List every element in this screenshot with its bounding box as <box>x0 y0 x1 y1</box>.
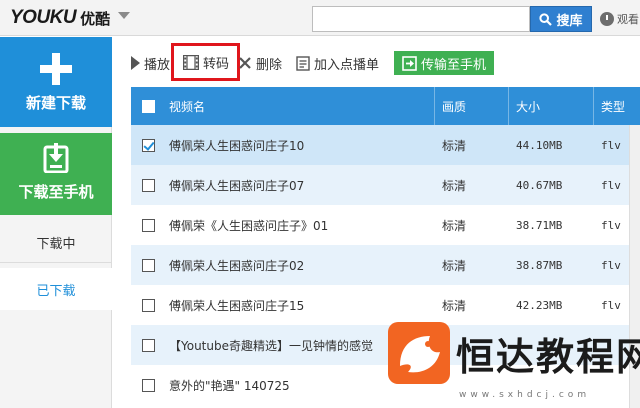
logo-latin-text: YOUKU <box>10 7 77 28</box>
sidebar-item-label: 下载中 <box>36 237 76 252</box>
chevron-down-icon[interactable] <box>118 12 130 19</box>
add-to-playlist-label: 加入点播单 <box>314 57 380 73</box>
video-name-cell: 傅佩荣人生困惑问庄子15 <box>169 298 305 313</box>
quality-cell: 标清 <box>442 178 467 193</box>
row-checkbox-cell <box>142 125 156 165</box>
play-label: 播放 <box>144 57 171 73</box>
logo-chinese-text: 优酷 <box>80 9 111 28</box>
delete-label: 删除 <box>256 57 283 73</box>
row-checkbox[interactable] <box>142 298 155 312</box>
add-to-playlist-button[interactable]: 加入点播单 <box>296 52 379 74</box>
row-checkbox[interactable] <box>142 178 155 192</box>
table-row[interactable]: 傅佩荣人生困惑问庄子02 标清 38.87MB flv <box>131 245 640 285</box>
toolbar: 播放 转码 删除 加入点播单 传输至手机 <box>113 37 640 87</box>
play-icon <box>131 56 140 70</box>
column-divider[interactable] <box>508 87 509 125</box>
sidebar-item-label: 已下载 <box>36 283 76 299</box>
column-divider[interactable] <box>593 87 594 125</box>
size-cell: 42.23MB <box>516 298 563 312</box>
select-all-checkbox[interactable] <box>142 99 155 113</box>
row-checkbox-cell <box>142 165 156 205</box>
transfer-icon <box>402 55 417 71</box>
column-header-type[interactable]: 类型 <box>601 87 640 125</box>
table-row[interactable]: 傅佩荣人生困惑问庄子07 标清 40.67MB flv <box>131 165 640 205</box>
sidebar-item-downloaded[interactable]: 已下载 <box>0 268 113 310</box>
search-button[interactable]: 搜库 <box>530 6 592 32</box>
transfer-to-phone-button[interactable]: 传输至手机 <box>394 51 495 75</box>
sidebar: 新建下载 下载至手机 下载中 已下载 <box>0 37 113 408</box>
download-to-phone-label: 下载至手机 <box>18 183 94 201</box>
watch-label: 观看 <box>617 13 639 26</box>
transfer-to-phone-label: 传输至手机 <box>421 57 487 73</box>
watch-history[interactable]: 观看 <box>600 9 639 29</box>
row-checkbox[interactable] <box>142 338 155 352</box>
watermark-url: www.sxhdcj.com <box>459 390 591 400</box>
youku-logo[interactable]: YOUKU 优酷 <box>10 7 110 29</box>
size-cell: 40.67MB <box>516 178 563 192</box>
plus-icon <box>40 53 72 85</box>
row-checkbox-cell <box>142 325 156 365</box>
sidebar-item-downloading[interactable]: 下载中 <box>0 223 112 263</box>
search-input[interactable] <box>312 6 530 32</box>
video-name-cell: 傅佩荣《人生困惑问庄子》01 <box>169 218 329 233</box>
column-divider[interactable] <box>434 87 435 125</box>
film-icon <box>183 54 199 70</box>
playlist-icon <box>296 55 310 71</box>
row-checkbox-cell <box>142 285 156 325</box>
size-cell: 38.71MB <box>516 218 563 232</box>
column-header-quality[interactable]: 画质 <box>442 87 512 125</box>
new-download-label: 新建下载 <box>25 94 86 112</box>
search-button-label: 搜库 <box>556 13 583 29</box>
row-checkbox-cell <box>142 205 156 245</box>
row-checkbox-cell <box>142 245 156 285</box>
row-checkbox[interactable] <box>142 258 155 272</box>
size-cell: 44.10MB <box>516 138 563 152</box>
quality-cell: 标清 <box>442 298 467 313</box>
top-bar: YOUKU 优酷 搜库 观看 <box>0 0 640 36</box>
watermark-text: 恒达教程网 <box>456 335 640 379</box>
row-checkbox[interactable] <box>142 218 155 232</box>
quality-cell: 标清 <box>442 218 467 233</box>
size-cell: 38.87MB <box>516 258 563 272</box>
clock-icon <box>600 12 614 26</box>
column-header-size[interactable]: 大小 <box>516 87 596 125</box>
row-checkbox-cell <box>142 365 156 405</box>
table-header: 视频名 画质 大小 类型 <box>131 87 640 125</box>
row-checkbox[interactable] <box>142 138 155 152</box>
new-download-button[interactable]: 新建下载 <box>0 37 112 127</box>
close-icon <box>239 57 251 69</box>
play-button[interactable]: 播放 <box>131 52 170 74</box>
video-name-cell: 傅佩荣人生困惑问庄子10 <box>169 138 305 153</box>
row-checkbox[interactable] <box>142 378 155 392</box>
quality-cell: 标清 <box>442 138 467 153</box>
convert-button[interactable]: 转码 <box>171 43 241 81</box>
phone-download-icon <box>43 143 69 173</box>
delete-button[interactable]: 删除 <box>238 52 282 74</box>
table-row[interactable]: 傅佩荣《人生困惑问庄子》01 标清 38.71MB flv <box>131 205 640 245</box>
quality-cell: 标清 <box>442 258 467 273</box>
video-name-cell: 傅佩荣人生困惑问庄子02 <box>169 258 305 273</box>
watermark-logo <box>388 322 450 384</box>
download-to-phone-button[interactable]: 下载至手机 <box>0 133 112 215</box>
select-all-checkbox-cell[interactable] <box>142 87 156 125</box>
video-name-cell: 傅佩荣人生困惑问庄子07 <box>169 178 305 193</box>
convert-label: 转码 <box>203 56 230 72</box>
search-icon <box>539 12 553 26</box>
table-row[interactable]: 傅佩荣人生困惑问庄子15 标清 42.23MB flv <box>131 285 640 325</box>
column-header-name[interactable]: 视频名 <box>169 87 441 125</box>
table-row[interactable]: 傅佩荣人生困惑问庄子10 标清 44.10MB flv <box>131 125 640 165</box>
